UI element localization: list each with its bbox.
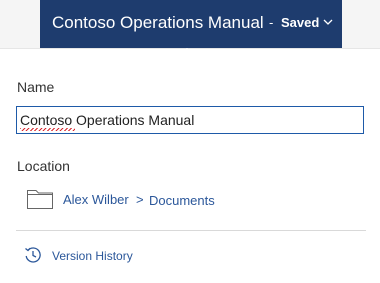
location-user-link[interactable]: Alex Wilber [63, 192, 129, 207]
history-icon[interactable] [24, 246, 42, 264]
name-label: Name [17, 79, 55, 95]
version-history-link[interactable]: Version History [52, 249, 133, 263]
title-bar[interactable]: Contoso Operations Manual - Saved [40, 0, 342, 48]
divider [16, 230, 366, 231]
file-name-input[interactable] [16, 106, 364, 134]
location-folder-link[interactable]: Documents [149, 193, 215, 208]
chevron-down-icon[interactable] [323, 17, 333, 27]
title-separator: - [269, 15, 274, 30]
folder-icon [27, 190, 53, 209]
save-status[interactable]: Saved [281, 15, 319, 30]
location-separator: > [136, 192, 144, 207]
document-title[interactable]: Contoso Operations Manual [52, 13, 264, 33]
file-details-page: Contoso Operations Manual - Saved Name L… [0, 0, 380, 283]
location-label: Location [17, 158, 70, 174]
panel-pointer [178, 48, 196, 57]
